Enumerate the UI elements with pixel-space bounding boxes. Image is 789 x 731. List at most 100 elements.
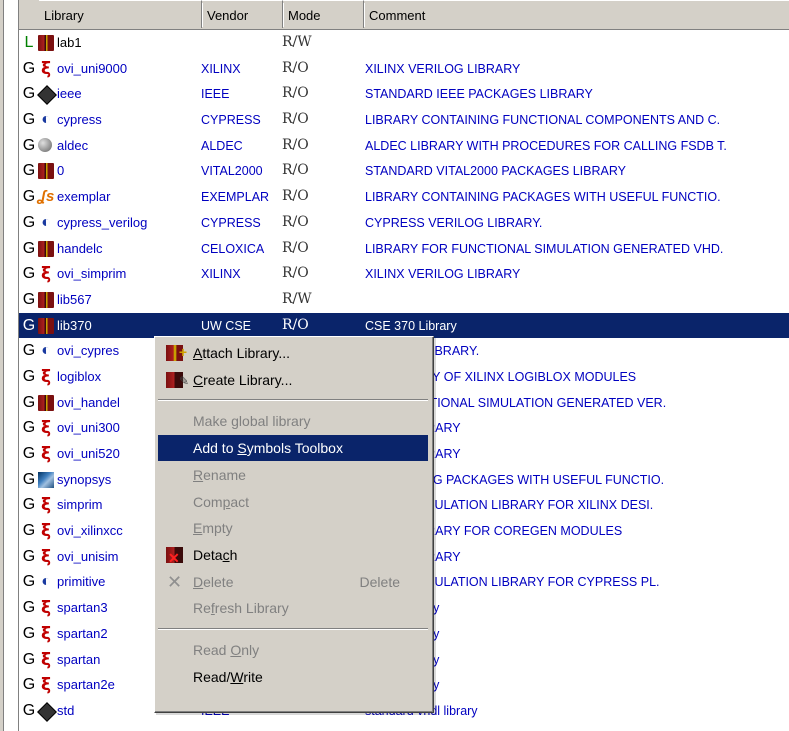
- library-vendor: EXEMPLAR: [201, 190, 270, 205]
- library-vendor: IEEE: [201, 87, 230, 102]
- library-name: cypress_verilog: [57, 214, 148, 230]
- menu-separator: [158, 399, 428, 402]
- xilinx-icon: ξ: [40, 623, 52, 644]
- library-row[interactable]: G ◐ cypress_verilog CYPRESS R/O CYPRESS VERIL…: [19, 210, 789, 236]
- column-header-vendor[interactable]: Vendor: [202, 0, 284, 28]
- library-row[interactable]: Glib567 R/W: [19, 287, 789, 313]
- library-mode: R/W: [282, 290, 312, 307]
- library-scope-marker: G: [22, 59, 36, 77]
- library-name: lab1: [57, 35, 82, 50]
- library-comment: CSE 370 Library: [365, 318, 457, 333]
- xilinx-icon: ξ: [40, 418, 52, 439]
- library-mode: R/O: [282, 316, 309, 333]
- cypress-icon: ◐: [41, 213, 51, 231]
- menu-item-read-write[interactable]: Read/Write: [158, 664, 428, 690]
- library-scope-marker: G: [22, 573, 36, 591]
- library-comment: STANDARD IEEE PACKAGES LIBRARY: [365, 87, 593, 102]
- library-vendor: XILINX: [201, 61, 241, 76]
- library-vendor: CYPRESS: [201, 113, 261, 128]
- library-name: synopsys: [57, 471, 112, 487]
- menu-separator: [158, 628, 428, 630]
- cypress-icon: ◐: [41, 111, 51, 129]
- library-name: ieee: [57, 86, 82, 102]
- library-scope-marker: G: [22, 445, 36, 462]
- menu-item-label: Create Library...: [193, 371, 293, 388]
- library-scope-marker: G: [22, 265, 36, 283]
- library-comment: XILINX VERILOG LIBRARY: [365, 61, 521, 76]
- xilinx-icon: ξ: [40, 444, 52, 464]
- menu-item-refresh[interactable]: Refresh Library: [158, 595, 428, 621]
- xilinx-icon: ξ: [40, 546, 52, 567]
- library-comment: LIBRARY CONTAINING PACKAGES WITH USEFUL …: [365, 190, 721, 205]
- library-name: 0: [57, 163, 65, 179]
- library-row[interactable]: G ◐ cypress CYPRESS R/O LIBRARY CONTAINING FU…: [19, 107, 789, 133]
- menu-item-attach[interactable]: Attach Library...: [158, 339, 428, 366]
- library-row[interactable]: Gξ ovi_uni9000 XILINX R/O XILINX VERILOG LIB…: [19, 56, 789, 82]
- library-mode: R/W: [282, 34, 312, 50]
- library-name: spartan: [57, 651, 101, 667]
- library-vendor: CYPRESS: [201, 215, 261, 230]
- library-name: ovi_uni300: [57, 420, 120, 436]
- create-library-icon: [166, 368, 189, 394]
- library-name: spartan3: [57, 600, 108, 616]
- library-row[interactable]: Glib370 UW CSE R/O CSE 370 Library: [19, 312, 789, 339]
- library-row[interactable]: Gʆs exemplar EXEMPLAR R/O LIBRARY CONTAINING…: [19, 184, 789, 210]
- library-scope-marker: G: [22, 650, 36, 668]
- column-header-comment[interactable]: Comment: [364, 0, 789, 28]
- library-scope-marker: G: [22, 367, 36, 385]
- library-row[interactable]: Galdec ALDEC R/O ALDEC LIBRARY WITH PROCEDU…: [19, 133, 789, 159]
- library-comment: LIBRARY CONTAINING FUNCTIONAL COMPONENTS…: [365, 113, 721, 128]
- library-comment: ALDEC LIBRARY WITH PROCEDURES FOR CALLIN…: [365, 138, 727, 153]
- library-row[interactable]: Ghandelc CELOXICA R/O LIBRARY FOR FUNCTIONA…: [19, 236, 789, 262]
- library-name: handelc: [57, 240, 103, 256]
- ieee-diamond-icon: [37, 85, 57, 106]
- library-vendor: CELOXICA: [201, 241, 265, 256]
- library-scope-marker: G: [22, 419, 36, 437]
- library-name: exemplar: [57, 189, 111, 205]
- book-icon: [38, 163, 54, 180]
- library-name: spartan2: [57, 625, 108, 641]
- menu-item-empty[interactable]: Empty: [158, 515, 428, 541]
- menu-item-delete[interactable]: ✕ Delete Delete: [158, 569, 428, 595]
- library-row[interactable]: Llab1 R/W: [19, 30, 789, 56]
- library-mode: R/O: [282, 265, 309, 282]
- column-header-library[interactable]: Library: [39, 0, 203, 28]
- library-mode: R/O: [282, 188, 309, 205]
- library-scope-marker: G: [22, 522, 36, 540]
- menu-item-make-global[interactable]: Make global library: [158, 408, 428, 434]
- ieee-diamond-icon: [37, 701, 57, 722]
- menu-item-detach[interactable]: Detach: [158, 542, 428, 571]
- detach-icon: [166, 545, 183, 571]
- menu-item-add-symbols[interactable]: Add to Symbols Toolbox: [158, 435, 428, 462]
- library-mode: R/O: [282, 213, 309, 230]
- library-scope-marker: G: [22, 162, 36, 180]
- aldec-icon: [38, 137, 52, 152]
- library-vendor: XILINX: [201, 267, 241, 282]
- menu-item-label: Compact: [193, 493, 250, 510]
- library-row[interactable]: Gξ ovi_simprim XILINX R/O XILINX VERILOG LIB…: [19, 261, 789, 287]
- xilinx-icon: ξ: [40, 649, 52, 670]
- library-row[interactable]: G 0 VITAL2000 R/O STANDARD VITAL2000 PACKAGE…: [19, 158, 789, 184]
- left-frame-edge: [0, 0, 19, 731]
- menu-item-read-only[interactable]: Read Only: [158, 637, 428, 663]
- menu-item-label: Make global library: [193, 413, 311, 430]
- library-row[interactable]: Gieee IEEE R/O STANDARD IEEE PACKAGES LIBRA…: [19, 81, 789, 107]
- library-name: ovi_uni520: [57, 446, 120, 461]
- xilinx-icon: ξ: [40, 264, 52, 285]
- library-scope-marker: G: [22, 599, 36, 617]
- exemplar-icon: ʆs: [38, 188, 55, 206]
- library-scope-marker: G: [22, 213, 36, 231]
- menu-item-label: Delete: [193, 573, 234, 590]
- library-comment: XILINX VERILOG LIBRARY: [365, 267, 521, 282]
- menu-item-rename[interactable]: Rename: [158, 462, 428, 488]
- menu-item-create[interactable]: Create Library...: [158, 367, 428, 394]
- library-name: ovi_handel: [57, 394, 120, 410]
- library-scope-marker: G: [22, 701, 36, 719]
- menu-item-compact[interactable]: Compact: [158, 489, 428, 515]
- menu-item-shortcut: Delete: [359, 573, 400, 590]
- library-comment: CYPRESS VERILOG LIBRARY.: [365, 215, 543, 230]
- library-vendor: UW CSE: [201, 318, 251, 333]
- library-scope-marker: G: [22, 393, 36, 411]
- column-header-mode[interactable]: Mode: [283, 0, 365, 28]
- xilinx-icon: ξ: [40, 675, 52, 696]
